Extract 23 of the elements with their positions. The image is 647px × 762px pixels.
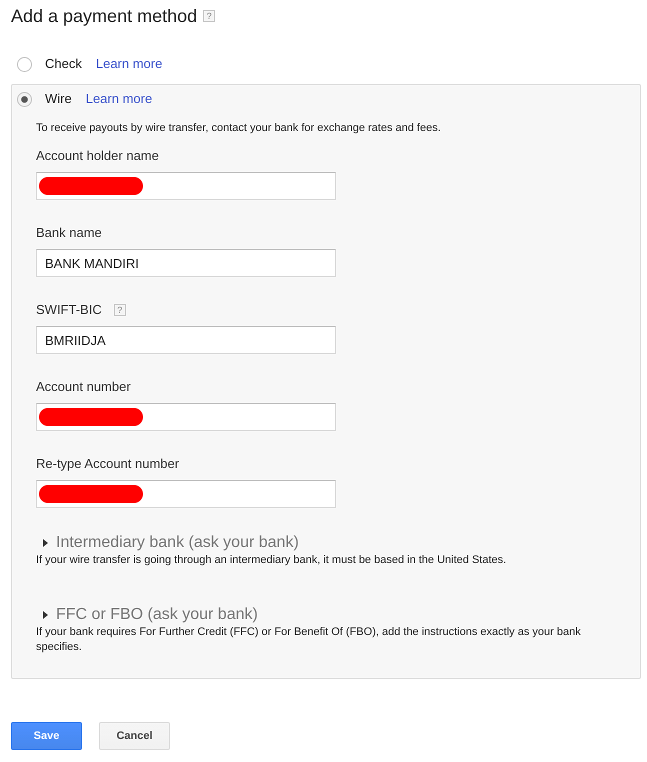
note-text: If your bank requires For Further Credit (FFC) or For Benefit Of (FBO), add the instructions exactly as your bank specifies. — [36, 625, 582, 655]
field-label: Account holder name — [36, 148, 159, 164]
field-label: Account number — [36, 379, 131, 395]
field-label: Re-type Account number — [36, 456, 180, 472]
radio-label[interactable]: Wire — [45, 89, 72, 109]
text-field[interactable]: BANK MANDIRI — [36, 249, 336, 277]
description-text: To receive payouts by wire transfer, contact your bank for exchange rates and fees. — [36, 121, 442, 135]
field-label: Bank name — [36, 225, 102, 241]
note-text: If your wire transfer is going through an intermediary bank, it must be based in the United States. — [36, 553, 508, 568]
expander-toggle[interactable]: Intermediary bank (ask your bank) — [43, 533, 299, 553]
help-icon[interactable]: ? — [114, 304, 126, 316]
learn-more-link[interactable]: Learn more — [96, 54, 162, 74]
cancel-button[interactable]: Cancel — [99, 722, 170, 750]
radio-label[interactable]: Check — [45, 54, 82, 74]
expander-toggle[interactable]: FFC or FBO (ask your bank) — [43, 605, 258, 625]
text-field[interactable]: BMRIIDJA — [36, 326, 336, 354]
page-title: Add a payment method — [11, 5, 198, 28]
learn-more-link[interactable]: Learn more — [86, 89, 152, 109]
save-button[interactable]: Save — [11, 722, 82, 750]
radio-button[interactable] — [17, 92, 32, 106]
field-label: SWIFT-BIC — [36, 302, 102, 318]
help-icon[interactable]: ? — [203, 10, 216, 22]
radio-button[interactable] — [17, 56, 32, 72]
